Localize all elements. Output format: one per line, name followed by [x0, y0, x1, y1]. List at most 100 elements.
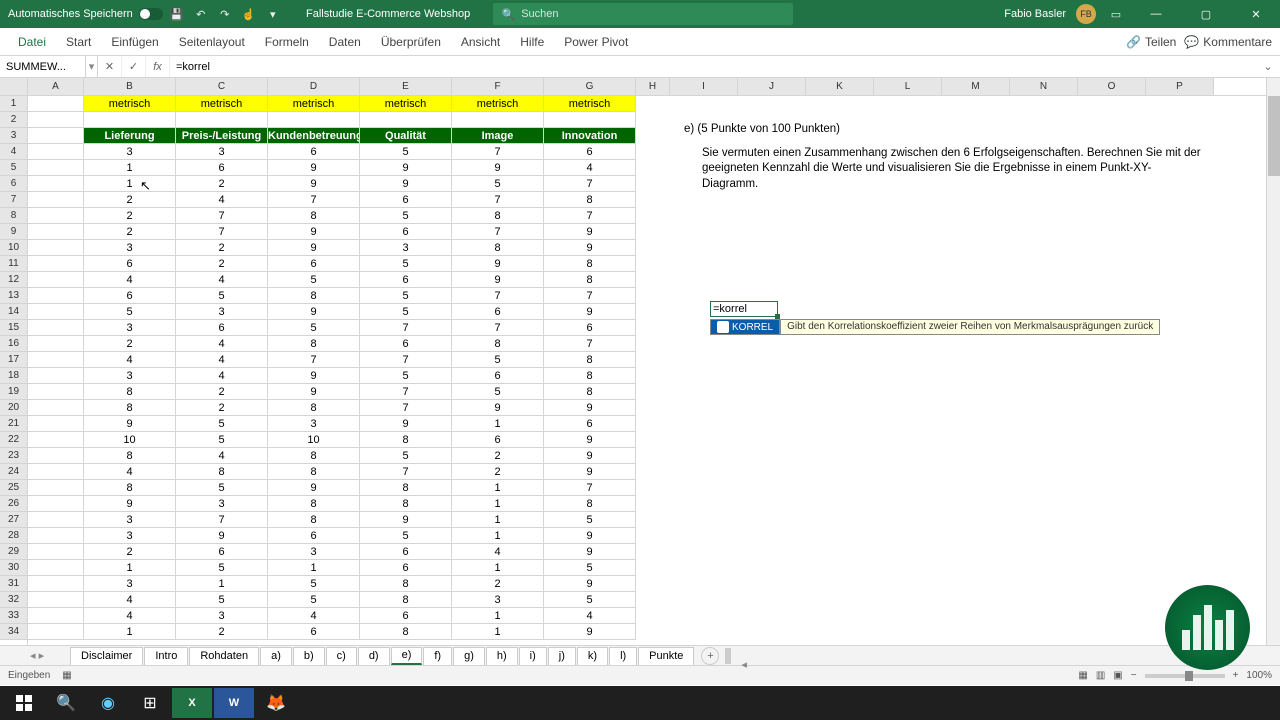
- cell[interactable]: [28, 368, 84, 384]
- cell[interactable]: 6: [360, 224, 452, 240]
- cell[interactable]: 9: [544, 464, 636, 480]
- cell[interactable]: 2: [452, 448, 544, 464]
- cell[interactable]: [28, 560, 84, 576]
- cell[interactable]: Qualität: [360, 128, 452, 144]
- cell[interactable]: 7: [452, 144, 544, 160]
- cell[interactable]: 9: [360, 176, 452, 192]
- cell[interactable]: 7: [360, 352, 452, 368]
- select-all-corner[interactable]: [0, 78, 27, 96]
- cell[interactable]: 7: [176, 512, 268, 528]
- firefox-taskbar-icon[interactable]: 🦊: [256, 688, 296, 718]
- cell[interactable]: 8: [268, 208, 360, 224]
- sheet-tab-a)[interactable]: a): [260, 647, 292, 665]
- row-header[interactable]: 12: [0, 272, 27, 288]
- cell[interactable]: 5: [452, 352, 544, 368]
- cell[interactable]: 8: [360, 592, 452, 608]
- cell[interactable]: 6: [268, 144, 360, 160]
- cell[interactable]: 5: [360, 368, 452, 384]
- cell[interactable]: 2: [84, 336, 176, 352]
- cell[interactable]: 6: [268, 624, 360, 640]
- cell[interactable]: 6: [360, 272, 452, 288]
- formula-autocomplete[interactable]: KORREL Gibt den Korrelationskoeffizient …: [710, 319, 1160, 335]
- cell[interactable]: 1: [452, 528, 544, 544]
- cell[interactable]: 1: [452, 480, 544, 496]
- row-header[interactable]: 32: [0, 592, 27, 608]
- cell[interactable]: 6: [452, 368, 544, 384]
- cell[interactable]: 8: [452, 208, 544, 224]
- cell[interactable]: 9: [452, 272, 544, 288]
- cell[interactable]: 6: [360, 608, 452, 624]
- cell[interactable]: [28, 400, 84, 416]
- cell[interactable]: 1: [452, 416, 544, 432]
- cell[interactable]: 6: [84, 288, 176, 304]
- cell[interactable]: [28, 352, 84, 368]
- cell[interactable]: 7: [544, 208, 636, 224]
- cell[interactable]: [28, 544, 84, 560]
- sheet-tab-f)[interactable]: f): [423, 647, 452, 665]
- cell[interactable]: 8: [360, 624, 452, 640]
- cell[interactable]: [28, 608, 84, 624]
- cell[interactable]: 5: [176, 560, 268, 576]
- cell[interactable]: 9: [544, 240, 636, 256]
- cell[interactable]: 8: [268, 464, 360, 480]
- cell[interactable]: 1: [84, 160, 176, 176]
- cell[interactable]: [28, 176, 84, 192]
- cell[interactable]: 2: [84, 224, 176, 240]
- cell[interactable]: 6: [268, 528, 360, 544]
- cell[interactable]: 4: [176, 192, 268, 208]
- excel-taskbar-icon[interactable]: X: [172, 688, 212, 718]
- cell[interactable]: [28, 592, 84, 608]
- column-header[interactable]: N: [1010, 78, 1078, 95]
- ribbon-tab-datei[interactable]: Datei: [8, 28, 56, 56]
- cell[interactable]: 8: [544, 496, 636, 512]
- cell[interactable]: 5: [544, 512, 636, 528]
- cell[interactable]: Preis-/Leistung: [176, 128, 268, 144]
- cell[interactable]: [28, 480, 84, 496]
- cell[interactable]: [28, 432, 84, 448]
- cell[interactable]: 6: [176, 320, 268, 336]
- cell[interactable]: 7: [360, 400, 452, 416]
- cell[interactable]: [28, 288, 84, 304]
- cell[interactable]: 9: [360, 416, 452, 432]
- cell[interactable]: 8: [544, 368, 636, 384]
- column-header[interactable]: M: [942, 78, 1010, 95]
- column-header[interactable]: K: [806, 78, 874, 95]
- row-header[interactable]: 31: [0, 576, 27, 592]
- cell[interactable]: 4: [176, 336, 268, 352]
- cell[interactable]: 3: [84, 144, 176, 160]
- ribbon-tab-einfügen[interactable]: Einfügen: [101, 28, 168, 56]
- cell[interactable]: 4: [176, 368, 268, 384]
- column-header[interactable]: I: [670, 78, 738, 95]
- cell[interactable]: 9: [268, 160, 360, 176]
- sheet-tab-l)[interactable]: l): [609, 647, 637, 665]
- sheet-tab-i)[interactable]: i): [519, 647, 547, 665]
- cell[interactable]: 1: [268, 560, 360, 576]
- cell[interactable]: 9: [360, 512, 452, 528]
- cell[interactable]: 3: [268, 544, 360, 560]
- cell[interactable]: 6: [360, 192, 452, 208]
- cell[interactable]: 7: [544, 336, 636, 352]
- cell[interactable]: 1: [452, 560, 544, 576]
- cell[interactable]: 5: [360, 288, 452, 304]
- row-header[interactable]: 1: [0, 96, 27, 112]
- view-layout-icon[interactable]: ▥: [1096, 670, 1105, 681]
- cell[interactable]: 9: [544, 432, 636, 448]
- row-header[interactable]: 33: [0, 608, 27, 624]
- cell[interactable]: 5: [268, 576, 360, 592]
- more-icon[interactable]: ▾: [263, 4, 283, 24]
- cell[interactable]: 6: [84, 256, 176, 272]
- close-button[interactable]: ✕: [1236, 0, 1276, 28]
- row-header[interactable]: 11: [0, 256, 27, 272]
- cortana-icon[interactable]: ◉: [88, 688, 128, 718]
- cell[interactable]: 6: [268, 256, 360, 272]
- column-header[interactable]: G: [544, 78, 636, 95]
- cell[interactable]: 5: [176, 480, 268, 496]
- row-header[interactable]: 23: [0, 448, 27, 464]
- cell[interactable]: [28, 192, 84, 208]
- cell[interactable]: 8: [544, 352, 636, 368]
- zoom-in-icon[interactable]: +: [1233, 670, 1239, 681]
- cell[interactable]: [28, 384, 84, 400]
- column-header[interactable]: D: [268, 78, 360, 95]
- cell[interactable]: 6: [176, 160, 268, 176]
- cell[interactable]: 9: [268, 480, 360, 496]
